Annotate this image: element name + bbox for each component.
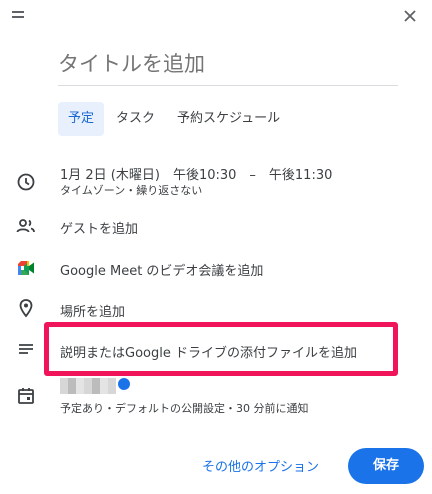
- add-location-label[interactable]: 場所を追加: [60, 301, 125, 320]
- timezone-repeat-text[interactable]: タイムゾーン・繰り返さない: [60, 182, 202, 198]
- add-guests-row[interactable]: ゲストを追加: [0, 214, 432, 238]
- calendar-color-dot[interactable]: [118, 378, 130, 390]
- tab-event[interactable]: 予定: [58, 102, 105, 136]
- location-pin-icon: [16, 298, 36, 318]
- add-meet-row[interactable]: Google Meet のビデオ会議を追加: [0, 256, 432, 280]
- calendar-owner-blurred[interactable]: [60, 378, 116, 394]
- add-meet-label[interactable]: Google Meet のビデオ会議を追加: [60, 260, 263, 279]
- more-options-button[interactable]: その他のオプション: [202, 452, 319, 484]
- event-dialog: 予定 タスク 予約スケジュール 1月 2日 (木曜日) 午後10:30 – 午後…: [0, 0, 432, 494]
- clock-icon: [16, 172, 36, 192]
- tab-task[interactable]: タスク: [106, 102, 165, 136]
- datetime-row[interactable]: 1月 2日 (木曜日) 午後10:30 – 午後11:30 タイムゾーン・繰り返…: [0, 162, 432, 202]
- calendar-settings-text[interactable]: 予定あり・デフォルトの公開設定・30 分前に通知: [60, 400, 309, 416]
- calendar-icon: [16, 386, 36, 406]
- save-button[interactable]: 保存: [348, 448, 424, 484]
- people-icon: [16, 216, 36, 236]
- add-guests-label[interactable]: ゲストを追加: [60, 218, 138, 237]
- highlight-box: [44, 322, 398, 376]
- close-icon[interactable]: [400, 6, 420, 26]
- description-lines-icon: [16, 340, 36, 360]
- drag-handle-icon[interactable]: [12, 8, 32, 24]
- tab-appointment-schedule[interactable]: 予約スケジュール: [167, 102, 290, 136]
- add-location-row[interactable]: 場所を追加: [0, 298, 432, 322]
- google-meet-icon: [16, 258, 36, 278]
- datetime-text[interactable]: 1月 2日 (木曜日) 午後10:30 – 午後11:30: [60, 164, 332, 183]
- title-input[interactable]: [58, 50, 398, 86]
- event-type-tabs: 予定 タスク 予約スケジュール: [58, 102, 292, 136]
